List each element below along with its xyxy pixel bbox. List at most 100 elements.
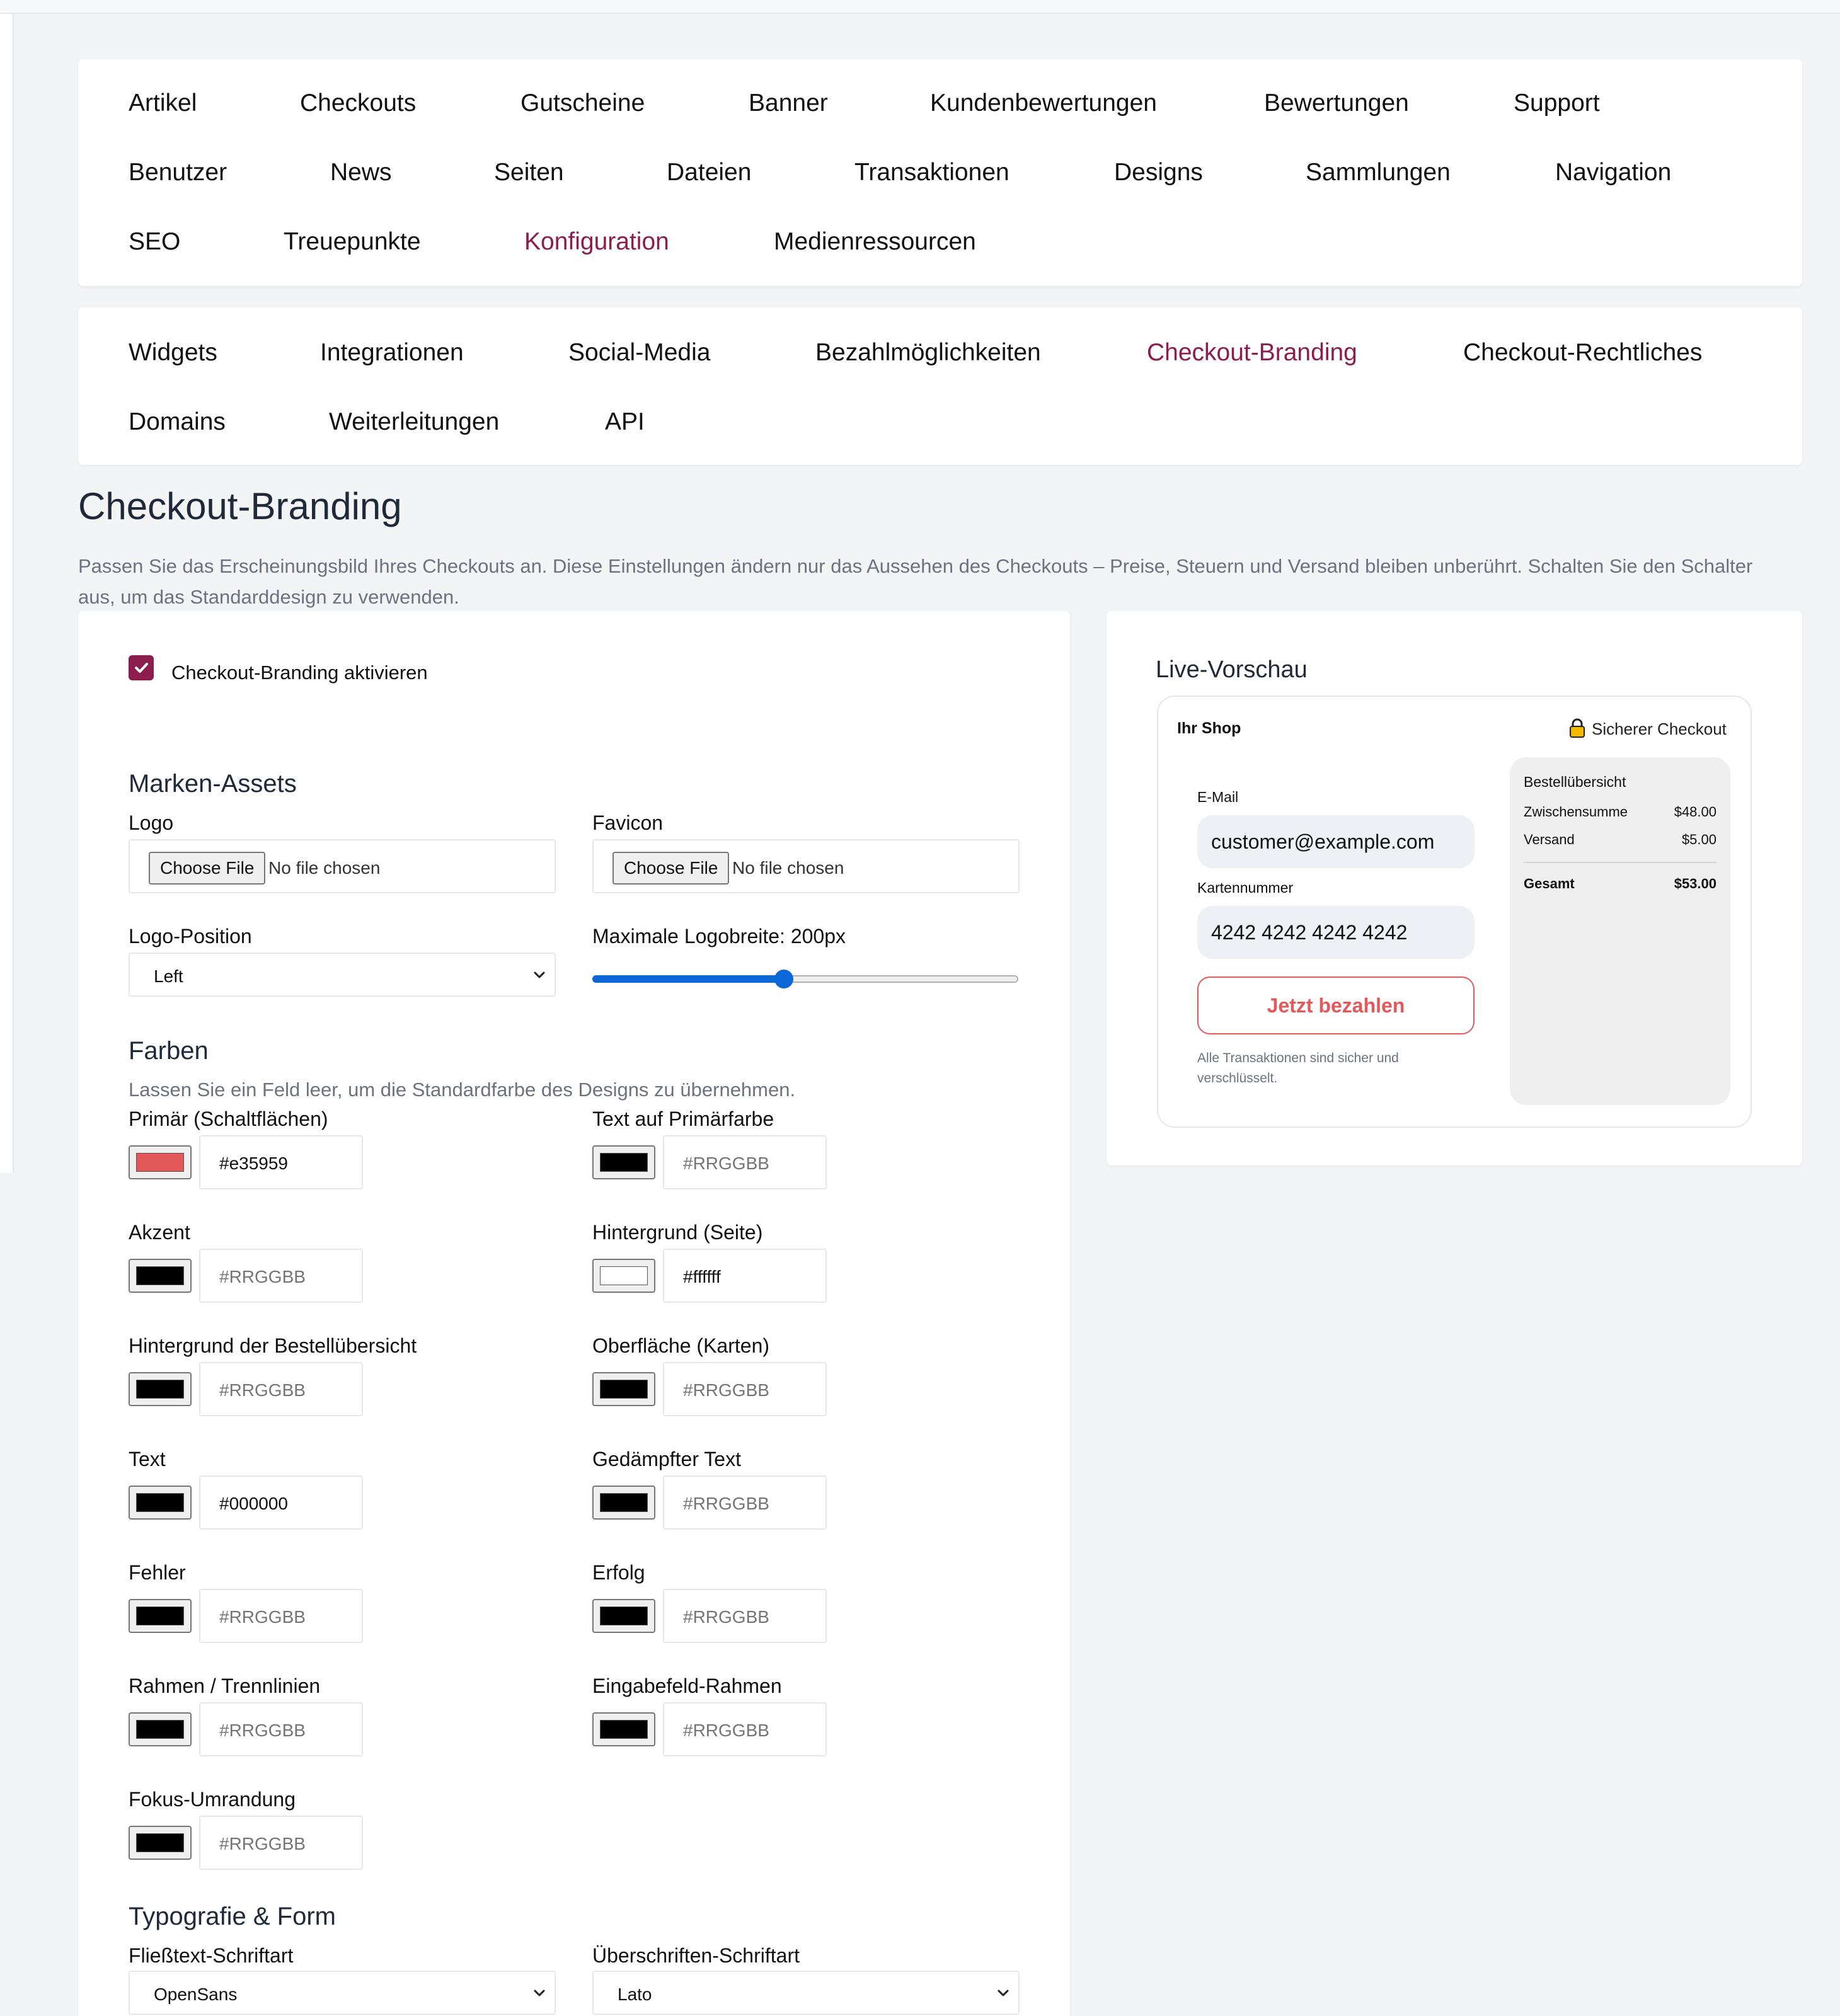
color-label-oberfläche-karten: Oberfläche (Karten) bbox=[592, 1334, 770, 1357]
color-hex-value: #e35959 bbox=[219, 1154, 289, 1173]
color-picker-fehler[interactable] bbox=[129, 1599, 192, 1633]
color-hex-input-eingabefeld-rahmen[interactable]: #RRGGBB bbox=[663, 1702, 827, 1756]
color-hex-input-text-auf-primärfarbe[interactable]: #RRGGBB bbox=[663, 1135, 827, 1189]
tab-integrationen[interactable]: Integrationen bbox=[320, 340, 464, 365]
nav-item-gutscheine[interactable]: Gutscheine bbox=[520, 91, 645, 115]
color-picker-text-auf-primärfarbe[interactable] bbox=[592, 1145, 655, 1179]
color-hex-input-oberfläche-karten[interactable]: #RRGGBB bbox=[663, 1362, 827, 1416]
nav-item-news[interactable]: News bbox=[330, 160, 392, 185]
preview-email-value: customer@example.com bbox=[1211, 830, 1435, 853]
color-label-fehler: Fehler bbox=[129, 1561, 186, 1584]
tab-api[interactable]: API bbox=[605, 410, 645, 434]
logo-position-select[interactable]: Left bbox=[129, 953, 556, 997]
color-label-text: Text bbox=[129, 1448, 166, 1470]
enable-branding-checkbox[interactable] bbox=[129, 655, 154, 680]
body-font-select[interactable]: OpenSans bbox=[129, 1971, 556, 2015]
color-hex-placeholder: #RRGGBB bbox=[219, 1721, 306, 1740]
color-picker-rahmen-trennlinien[interactable] bbox=[129, 1712, 192, 1746]
tab-checkout-branding[interactable]: Checkout-Branding bbox=[1147, 340, 1357, 365]
nav-item-seiten[interactable]: Seiten bbox=[494, 160, 564, 185]
tab-social-media[interactable]: Social-Media bbox=[568, 340, 710, 365]
color-label-gedämpfter-text: Gedämpfter Text bbox=[592, 1448, 741, 1470]
color-swatch bbox=[600, 1606, 648, 1625]
color-hex-input-gedämpfter-text[interactable]: #RRGGBB bbox=[663, 1475, 827, 1530]
logo-label: Logo bbox=[129, 811, 174, 834]
summary-title: Bestellübersicht bbox=[1524, 774, 1626, 790]
color-picker-primär-schaltflächen[interactable] bbox=[129, 1145, 192, 1179]
color-picker-akzent[interactable] bbox=[129, 1259, 192, 1293]
color-swatch bbox=[600, 1266, 648, 1285]
max-logo-width-slider[interactable] bbox=[592, 966, 1018, 992]
tab-domains[interactable]: Domains bbox=[129, 410, 226, 434]
page-title: Checkout-Branding bbox=[78, 485, 402, 527]
color-hex-input-hintergrund-seite[interactable]: #ffffff bbox=[663, 1249, 827, 1303]
color-hex-input-akzent[interactable]: #RRGGBB bbox=[199, 1249, 363, 1303]
preview-card-value: 4242 4242 4242 4242 bbox=[1211, 921, 1408, 944]
nav-item-support[interactable]: Support bbox=[1514, 91, 1600, 115]
slider-fill bbox=[592, 975, 785, 983]
color-hex-placeholder: #RRGGBB bbox=[219, 1834, 306, 1853]
summary-total-label: Gesamt bbox=[1524, 876, 1575, 891]
heading-font-select[interactable]: Lato bbox=[592, 1971, 1020, 2015]
favicon-file-status: No file chosen bbox=[732, 858, 844, 878]
main-nav: Artikel Checkouts Gutscheine Banner Kund… bbox=[78, 59, 1802, 286]
colors-heading: Farben bbox=[129, 1037, 209, 1065]
color-picker-fokus-umrandung[interactable] bbox=[129, 1826, 192, 1860]
preview-card-input[interactable]: 4242 4242 4242 4242 bbox=[1197, 906, 1475, 959]
nav-item-banner[interactable]: Banner bbox=[749, 91, 828, 115]
nav-item-checkouts[interactable]: Checkouts bbox=[300, 91, 416, 115]
nav-item-bewertungen[interactable]: Bewertungen bbox=[1264, 91, 1409, 115]
logo-choose-file-button[interactable]: Choose File bbox=[149, 852, 266, 885]
color-hex-input-erfolg[interactable]: #RRGGBB bbox=[663, 1589, 827, 1643]
tab-bezahlmoeglichkeiten[interactable]: Bezahlmöglichkeiten bbox=[815, 340, 1041, 365]
tab-weiterleitungen[interactable]: Weiterleitungen bbox=[329, 410, 499, 434]
color-swatch bbox=[136, 1153, 184, 1172]
color-picker-erfolg[interactable] bbox=[592, 1599, 655, 1633]
preview-email-input[interactable]: customer@example.com bbox=[1197, 815, 1475, 868]
heading-font-label: Überschriften-Schriftart bbox=[592, 1944, 800, 1967]
nav-item-treuepunkte[interactable]: Treuepunkte bbox=[284, 229, 421, 254]
color-hex-placeholder: #RRGGBB bbox=[683, 1607, 769, 1627]
color-hex-input-rahmen-trennlinien[interactable]: #RRGGBB bbox=[199, 1702, 363, 1756]
preview-pay-button-label: Jetzt bezahlen bbox=[1267, 994, 1405, 1017]
summary-total-value: $53.00 bbox=[1674, 876, 1716, 891]
nav-item-navigation[interactable]: Navigation bbox=[1555, 160, 1671, 185]
color-hex-input-hintergrund-der-bestellübersicht[interactable]: #RRGGBB bbox=[199, 1362, 363, 1416]
color-hex-input-fokus-umrandung[interactable]: #RRGGBB bbox=[199, 1816, 363, 1870]
tab-checkout-rechtliches[interactable]: Checkout-Rechtliches bbox=[1463, 340, 1702, 365]
nav-item-benutzer[interactable]: Benutzer bbox=[129, 160, 227, 185]
color-hex-input-text[interactable]: #000000 bbox=[199, 1475, 363, 1530]
nav-item-designs[interactable]: Designs bbox=[1114, 160, 1203, 185]
tab-widgets[interactable]: Widgets bbox=[129, 340, 217, 365]
color-label-erfolg: Erfolg bbox=[592, 1561, 645, 1584]
color-picker-hintergrund-der-bestellübersicht[interactable] bbox=[129, 1372, 192, 1406]
nav-item-konfiguration[interactable]: Konfiguration bbox=[524, 229, 669, 254]
color-hex-input-primär-schaltflächen[interactable]: #e35959 bbox=[199, 1135, 363, 1189]
color-hex-placeholder: #RRGGBB bbox=[683, 1494, 769, 1513]
live-preview-heading: Live-Vorschau bbox=[1156, 656, 1308, 683]
color-swatch bbox=[136, 1606, 184, 1625]
nav-item-seo[interactable]: SEO bbox=[129, 229, 180, 254]
nav-item-sammlungen[interactable]: Sammlungen bbox=[1306, 160, 1451, 185]
slider-thumb[interactable] bbox=[774, 970, 794, 988]
color-picker-gedämpfter-text[interactable] bbox=[592, 1486, 655, 1520]
color-hex-placeholder: #RRGGBB bbox=[683, 1154, 769, 1173]
color-picker-hintergrund-seite[interactable] bbox=[592, 1259, 655, 1293]
body-font-label: Fließtext-Schriftart bbox=[129, 1944, 294, 1967]
logo-position-value: Left bbox=[154, 966, 183, 986]
nav-item-medienressourcen[interactable]: Medienressourcen bbox=[774, 229, 976, 254]
color-picker-eingabefeld-rahmen[interactable] bbox=[592, 1712, 655, 1746]
preview-pay-button[interactable]: Jetzt bezahlen bbox=[1197, 976, 1475, 1034]
favicon-choose-file-button[interactable]: Choose File bbox=[612, 852, 730, 885]
color-label-hintergrund-der-bestellübersicht: Hintergrund der Bestellübersicht bbox=[129, 1334, 417, 1357]
logo-file-status: No file chosen bbox=[268, 858, 381, 878]
color-picker-oberfläche-karten[interactable] bbox=[592, 1372, 655, 1406]
nav-item-kundenbewertungen[interactable]: Kundenbewertungen bbox=[930, 91, 1157, 115]
color-hex-input-fehler[interactable]: #RRGGBB bbox=[199, 1589, 363, 1643]
nav-item-artikel[interactable]: Artikel bbox=[129, 91, 197, 115]
favicon-label: Favicon bbox=[592, 811, 664, 834]
nav-item-dateien[interactable]: Dateien bbox=[667, 160, 751, 185]
nav-item-transaktionen[interactable]: Transaktionen bbox=[854, 160, 1009, 185]
color-picker-text[interactable] bbox=[129, 1486, 192, 1520]
colors-hint: Lassen Sie ein Feld leer, um die Standar… bbox=[129, 1079, 796, 1101]
